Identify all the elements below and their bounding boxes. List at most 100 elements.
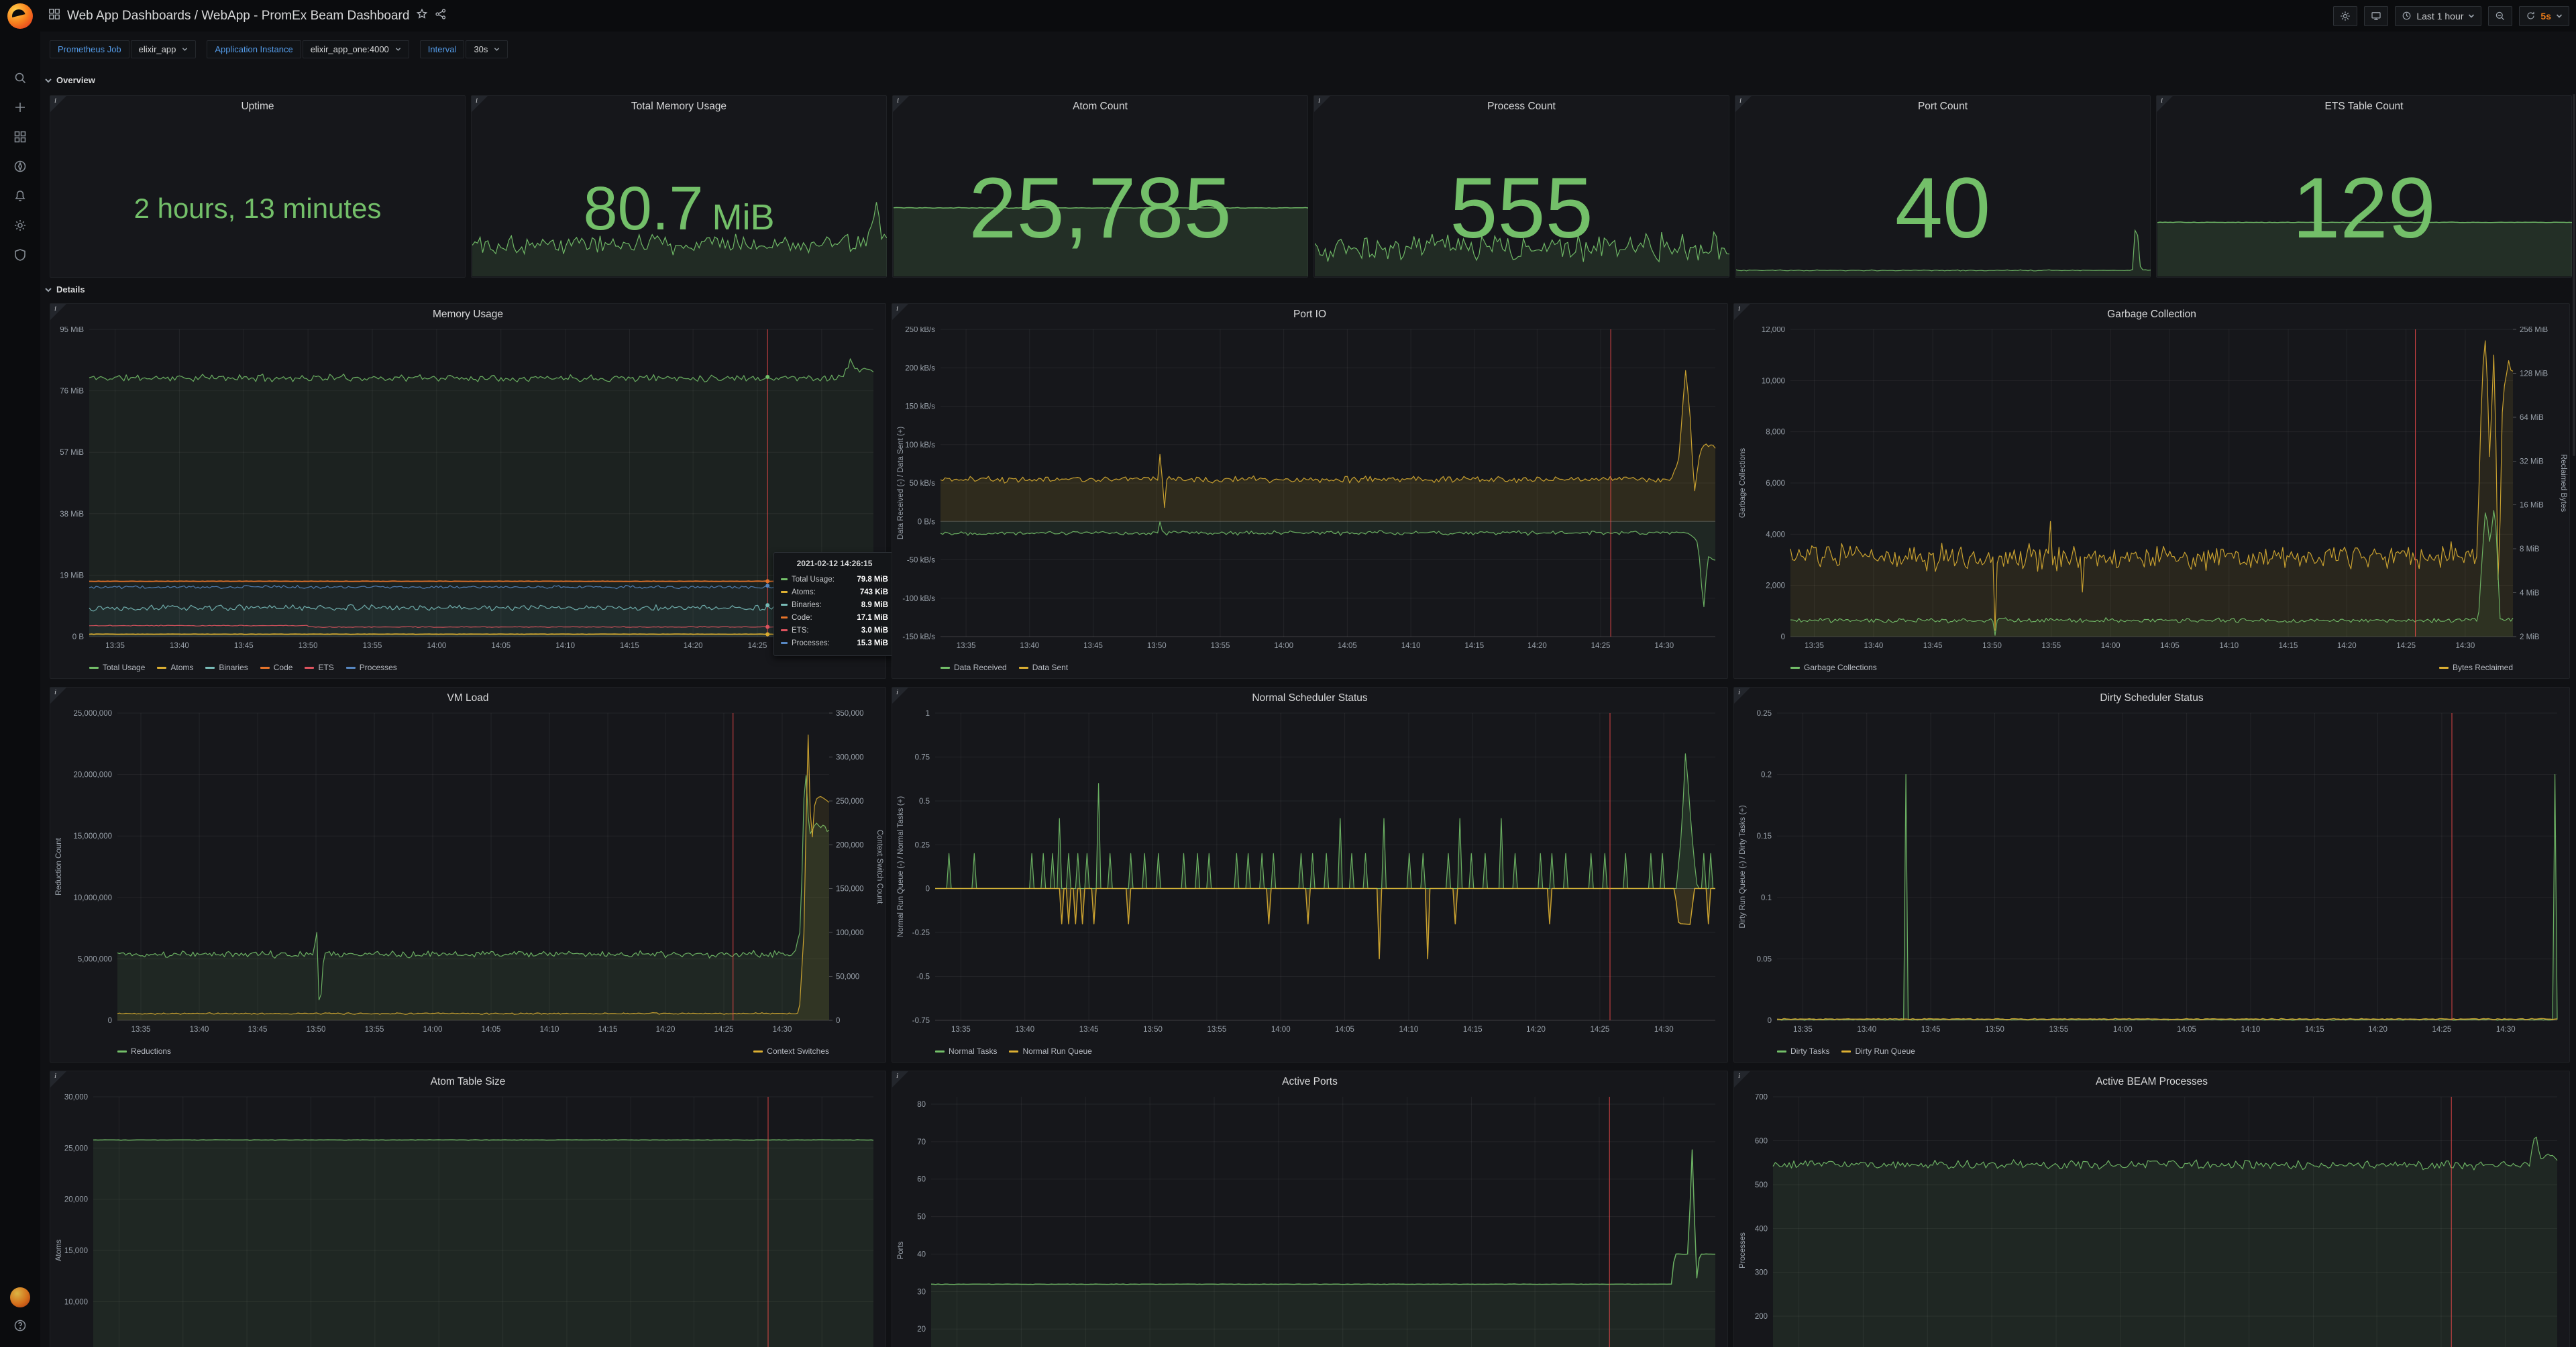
panel-info-icon[interactable]: i: [472, 96, 488, 112]
svg-text:14:30: 14:30: [2456, 642, 2475, 650]
dashboard-settings-button[interactable]: [2333, 5, 2358, 26]
page-title[interactable]: Web App Dashboards / WebApp - PromEx Bea…: [67, 9, 409, 23]
panel-info-icon[interactable]: i: [892, 304, 908, 320]
legend-item-processes[interactable]: Processes: [345, 663, 397, 672]
variable-value-dropdown[interactable]: elixir_app_one:4000: [302, 40, 409, 58]
panel-info-icon[interactable]: i: [50, 688, 66, 704]
legend-item-normal-tasks[interactable]: Normal Tasks: [935, 1046, 997, 1056]
svg-text:14:30: 14:30: [1654, 1026, 1674, 1034]
legend-item-bytes-reclaimed[interactable]: Bytes Reclaimed: [2438, 663, 2513, 672]
panel-info-icon[interactable]: i: [892, 688, 908, 704]
panel-info-icon[interactable]: i: [893, 96, 909, 112]
panel-info-icon[interactable]: i: [1735, 96, 1752, 112]
section-details[interactable]: Details: [44, 284, 85, 294]
chart-plot-port-io[interactable]: 13:35 13:40 13:45 13:50 13:55 14:00 14:05 14:10…: [892, 327, 1727, 661]
legend-item-ets[interactable]: ETS: [305, 663, 334, 672]
stat-value: 80.7 MiB: [583, 174, 775, 243]
panel-title[interactable]: Normal Scheduler Status: [912, 688, 1707, 709]
panel-info-icon[interactable]: i: [892, 1071, 908, 1087]
section-overview[interactable]: Overview: [44, 75, 95, 85]
panel-title[interactable]: Memory Usage: [70, 304, 865, 325]
panel-info-icon[interactable]: i: [2157, 96, 2173, 112]
svg-text:14:10: 14:10: [2241, 1026, 2261, 1034]
chevron-down-icon: [182, 48, 188, 51]
legend-item-total-usage[interactable]: Total Usage: [89, 663, 145, 672]
svg-text:14:05: 14:05: [1335, 1026, 1354, 1034]
chart-plot-memory-usage[interactable]: 13:35 13:40 13:45 13:50 13:55 14:00 14:05 14:10…: [50, 327, 885, 661]
time-range-picker[interactable]: Last 1 hour: [2395, 5, 2482, 26]
panel-title[interactable]: Garbage Collection: [1754, 304, 2549, 325]
tooltip-row: Atoms: 743 KiB: [781, 586, 888, 598]
svg-text:13:35: 13:35: [1793, 1026, 1813, 1034]
variable-value-dropdown[interactable]: elixir_app: [130, 40, 197, 58]
chart-plot-normal-scheduler-status[interactable]: 13:35 13:40 13:45 13:50 13:55 14:00 14:05 14:10…: [892, 710, 1727, 1044]
variable-value-dropdown[interactable]: 30s: [466, 40, 508, 58]
scrollbar-thumb[interactable]: [2573, 94, 2575, 456]
sidebar-item-dashboards[interactable]: [0, 123, 40, 153]
panel-info-icon[interactable]: i: [1734, 688, 1750, 704]
legend-item-data-sent[interactable]: Data Sent: [1018, 663, 1068, 672]
variable-label[interactable]: Interval: [419, 40, 465, 58]
template-variable: Prometheus Job elixir_app: [50, 40, 197, 58]
panel-info-icon[interactable]: i: [50, 304, 66, 320]
legend-item-atoms[interactable]: Atoms: [157, 663, 193, 672]
chart-plot-active-ports[interactable]: 13:3513:4013:4513:5013:5514:0014:0514:10…: [892, 1094, 1727, 1347]
panel-title[interactable]: VM Load: [70, 688, 865, 709]
panel-info-icon[interactable]: i: [1314, 96, 1330, 112]
legend-item-code[interactable]: Code: [260, 663, 292, 672]
svg-text:14:20: 14:20: [1527, 642, 1547, 650]
svg-text:13:40: 13:40: [1015, 1026, 1034, 1034]
chart-plot-active-beam-processes[interactable]: 13:3513:4013:4513:5013:5514:0014:0514:10…: [1734, 1094, 2569, 1347]
svg-text:-150 kB/s: -150 kB/s: [902, 633, 935, 641]
sidebar-nav: [0, 64, 40, 271]
variable-label[interactable]: Prometheus Job: [50, 40, 129, 58]
panel-info-icon[interactable]: i: [50, 96, 66, 112]
chart-plot-vm-load[interactable]: 13:35 13:40 13:45 13:50 13:55 14:00 14:05 14:10…: [50, 710, 885, 1044]
star-icon[interactable]: [416, 8, 428, 23]
panel-title[interactable]: Atom Table Size: [70, 1071, 865, 1093]
chart-plot-garbage-collection[interactable]: 13:35 13:40 13:45 13:50 13:55 14:00 14:05 14:10…: [1734, 327, 2569, 661]
panel-info-icon[interactable]: i: [1734, 1071, 1750, 1087]
legend-item-dirty-run-queue[interactable]: Dirty Run Queue: [1841, 1046, 1915, 1056]
svg-text:13:35: 13:35: [105, 642, 125, 650]
cycle-view-button[interactable]: [2364, 5, 2389, 26]
svg-text:-100 kB/s: -100 kB/s: [902, 595, 935, 603]
sidebar-item-plus[interactable]: [0, 94, 40, 123]
svg-text:50: 50: [917, 1214, 926, 1222]
legend-item-data-received[interactable]: Data Received: [941, 663, 1007, 672]
sidebar-item-shield[interactable]: [0, 241, 40, 271]
chevron-down-icon: [45, 78, 52, 83]
panel-title[interactable]: Active BEAM Processes: [1754, 1071, 2549, 1093]
panel-info-icon[interactable]: i: [1734, 304, 1750, 320]
svg-text:13:45: 13:45: [1921, 1026, 1941, 1034]
sidebar-item-alerting[interactable]: [0, 182, 40, 212]
svg-text:-0.5: -0.5: [916, 973, 930, 981]
refresh-button[interactable]: 5s: [2519, 5, 2569, 26]
grafana-logo-icon[interactable]: [7, 3, 33, 29]
sidebar-item-help[interactable]: [0, 1312, 40, 1342]
legend-item-binaries[interactable]: Binaries: [205, 663, 248, 672]
sidebar-item-avatar[interactable]: [0, 1283, 40, 1312]
legend-item-context-switches[interactable]: Context Switches: [753, 1046, 829, 1056]
chart-plot-dirty-scheduler-status[interactable]: 13:35 13:40 13:45 13:50 13:55 14:00 14:05 14:10…: [1734, 710, 2569, 1044]
sidebar-item-search[interactable]: [0, 64, 40, 94]
panel-title[interactable]: Port IO: [912, 304, 1707, 325]
panel-title[interactable]: Dirty Scheduler Status: [1754, 688, 2549, 709]
sidebar-item-configuration[interactable]: [0, 212, 40, 241]
legend-item-dirty-tasks[interactable]: Dirty Tasks: [1777, 1046, 1829, 1056]
legend-item-reductions[interactable]: Reductions: [117, 1046, 171, 1056]
legend-item-garbage-collections[interactable]: Garbage Collections: [1790, 663, 1877, 672]
panel-info-icon[interactable]: i: [50, 1071, 66, 1087]
stat-value: 555: [1450, 160, 1593, 256]
chart-plot-atom-table-size[interactable]: 13:3513:4013:4513:5013:5514:0014:0514:10…: [50, 1094, 885, 1347]
dashboard-grid-icon[interactable]: [48, 8, 60, 23]
share-icon[interactable]: [435, 8, 447, 23]
chart-legend: Normal Tasks Normal Run Queue: [892, 1044, 1727, 1059]
panel-title[interactable]: Active Ports: [912, 1071, 1707, 1093]
variable-label[interactable]: Application Instance: [207, 40, 301, 58]
shield-icon: [13, 248, 27, 265]
sidebar-item-explore[interactable]: [0, 153, 40, 182]
zoom-out-button[interactable]: [2488, 5, 2513, 26]
tooltip-row: ETS: 3.0 MiB: [781, 624, 888, 637]
legend-item-normal-run-queue[interactable]: Normal Run Queue: [1009, 1046, 1092, 1056]
